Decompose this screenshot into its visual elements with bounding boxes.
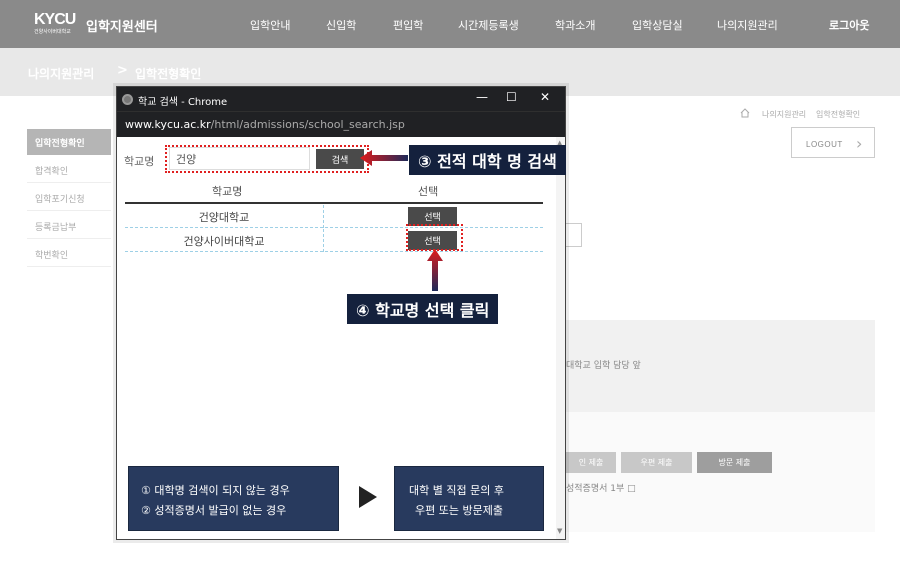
info-case-2: ② 성적증명서 발급이 없는 경우 (141, 504, 287, 517)
info-box-cases: ① 대학명 검색이 되지 않는 경우 ② 성적증명서 발급이 없는 경우 (128, 466, 339, 531)
breadcrumb-level1[interactable]: 나의지원관리 (28, 65, 94, 82)
chevron-right-icon: › (856, 134, 863, 153)
table-row: 건양사이버대학교 선택 (125, 229, 543, 252)
nav-departments[interactable]: 학과소개 (555, 17, 595, 33)
minimize-icon[interactable]: — (476, 90, 488, 104)
logo-text: KYCU (34, 11, 76, 28)
logo-subtext: 건양사이버대학교 (34, 29, 71, 35)
info-box-guidance: 대학 별 직접 문의 후 우편 또는 방문제출 (394, 466, 544, 531)
mini-breadcrumb-level2: 입학전형확인 (816, 110, 861, 119)
cell-divider (323, 229, 324, 252)
school-name-cell: 건양대학교 (198, 211, 250, 224)
search-label: 학교명 (124, 155, 155, 168)
sidebar-item-student-id[interactable]: 학번확인 (27, 241, 111, 267)
callout-step4: ④ 학교명 선택 클릭 (347, 294, 499, 324)
maximize-icon[interactable]: ☐ (506, 90, 517, 104)
chrome-icon (122, 94, 133, 105)
site-title[interactable]: 입학지원센터 (86, 16, 158, 35)
window-titlebar: 학교 검색 - Chrome — ☐ ✕ (117, 87, 565, 111)
select-highlight-box (406, 224, 463, 251)
window-title: 학교 검색 - Chrome (138, 97, 228, 108)
url-host: www.kycu.ac.kr (125, 118, 211, 131)
nav-transfer[interactable]: 편입학 (393, 17, 423, 33)
url-path: /html/admissions/school_search.jsp (210, 118, 405, 131)
arrow-left-icon (360, 150, 408, 166)
nav-freshman[interactable]: 신입학 (326, 17, 356, 33)
logout-link[interactable]: 로그아웃 (829, 17, 869, 33)
search-highlight-box (165, 145, 369, 173)
background-text-transcript: 성적증명서 1부 □ (566, 484, 636, 494)
logout-button[interactable]: LOGOUT › (791, 127, 875, 158)
info-guidance-1: 대학 별 직접 문의 후 (409, 484, 504, 497)
nav-part-time[interactable]: 시간제등록생 (458, 17, 519, 33)
cell-divider (323, 205, 324, 228)
background-input (566, 223, 582, 247)
url-text: www.kycu.ac.kr/html/admissions/school_se… (125, 118, 405, 131)
info-guidance-2: 우편 또는 방문제출 (415, 504, 503, 517)
scroll-down-icon[interactable]: ▼ (557, 527, 562, 535)
mini-breadcrumb-level1[interactable]: 나의지원관리 (762, 109, 806, 120)
nav-admission-guide[interactable]: 입학안내 (250, 17, 290, 33)
background-online-submit-button[interactable]: 인 제출 (566, 452, 616, 473)
address-bar[interactable]: www.kycu.ac.kr/html/admissions/school_se… (117, 111, 565, 137)
sidebar-item-tuition[interactable]: 등록금납부 (27, 213, 111, 239)
logout-button-label: LOGOUT (806, 140, 843, 149)
breadcrumb-separator: > (117, 63, 128, 78)
sidebar-item-withdraw[interactable]: 입학포기신청 (27, 185, 111, 211)
column-header-select: 선택 (418, 185, 439, 198)
arrow-up-icon (427, 249, 443, 291)
nav-my-application[interactable]: 나의지원관리 (717, 17, 778, 33)
sidebar-item-admission-check[interactable]: 입학전형확인 (27, 129, 111, 155)
site-logo[interactable]: KYCU 건양사이버대학교 (34, 11, 79, 37)
play-arrow-icon (359, 486, 377, 508)
school-name-cell: 건양사이버대학교 (183, 235, 265, 248)
popup-scrollbar[interactable]: ▲ ▼ (556, 137, 565, 539)
top-navigation: KYCU 건양사이버대학교 입학지원센터 입학안내 신입학 편입학 시간제등록생… (0, 0, 900, 48)
callout-step3: ③ 전적 대학 명 검색 (409, 145, 566, 175)
close-icon[interactable]: ✕ (540, 90, 550, 104)
breadcrumb-level2[interactable]: 입학전형확인 (135, 65, 201, 82)
table-row: 건양대학교 선택 (125, 205, 543, 228)
info-case-1: ① 대학명 검색이 되지 않는 경우 (141, 484, 290, 497)
column-header-school-name: 학교명 (212, 185, 243, 198)
home-icon (740, 108, 750, 118)
table-header-row: 학교명 선택 (125, 178, 543, 204)
sidebar-item-pass-check[interactable]: 합격확인 (27, 157, 111, 183)
background-visit-submit-button[interactable]: 방문 제출 (697, 452, 772, 473)
background-mail-submit-button[interactable]: 우편 제출 (621, 452, 692, 473)
background-text-recipient: 대학교 입학 담당 앞 (566, 361, 641, 371)
nav-consulting[interactable]: 입학상담실 (632, 17, 683, 33)
